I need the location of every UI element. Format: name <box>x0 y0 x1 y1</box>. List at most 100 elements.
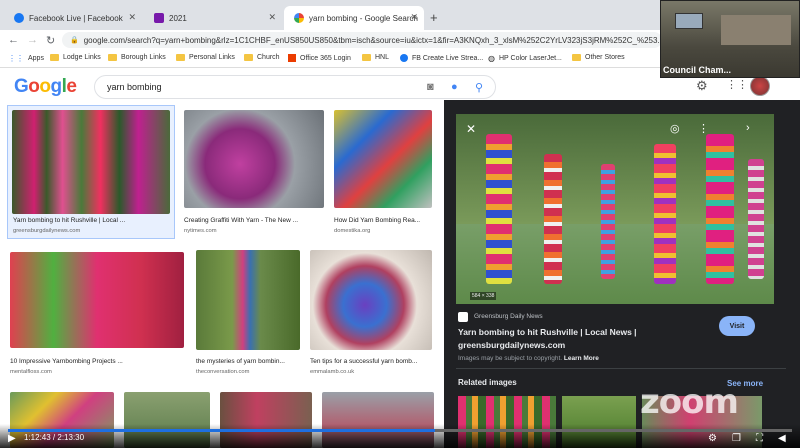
video-progress-bar[interactable] <box>8 429 792 432</box>
result-card-selected[interactable]: Yarn bombing to hit Rushville | Local ..… <box>7 105 175 239</box>
yarn-tree <box>544 154 562 284</box>
site-name: Greensburg Daily News <box>474 313 543 320</box>
folder-icon <box>50 54 59 61</box>
microphone-icon[interactable]: ● <box>451 81 458 93</box>
tab-title: yarn bombing - Google Search <box>309 13 418 23</box>
visual-search-icon[interactable]: ◎ <box>670 122 680 135</box>
tab-title: Facebook Live | Facebook <box>29 13 123 23</box>
copyright-text: Images may be subject to copyright. <box>458 355 563 362</box>
bookmark-fb-create-live[interactable]: FB Create Live Strea... <box>400 54 483 62</box>
divider <box>456 368 786 369</box>
preview-domain[interactable]: greensburgdailynews.com <box>458 340 565 350</box>
folder-icon <box>244 54 253 61</box>
url-field[interactable]: 🔒 google.com/search?q=yarn+bombing&rlz=1… <box>62 32 662 48</box>
facebook-icon <box>400 54 408 62</box>
picture-in-picture-icon[interactable]: ❐ <box>732 433 741 444</box>
result-caption: How Did Yarn Bombing Rea... <box>334 217 421 224</box>
facebook-icon <box>14 13 24 23</box>
result-card[interactable]: Creating Graffiti With Yarn - The New ..… <box>184 110 324 238</box>
site-favicon <box>458 312 468 322</box>
new-tab-icon[interactable]: + <box>430 10 438 25</box>
result-source: mentalfloss.com <box>10 369 52 375</box>
lock-icon: 🔒 <box>70 37 79 44</box>
yarn-tree <box>654 144 676 284</box>
camera-icon[interactable]: ◙ <box>427 81 434 93</box>
bookmark-hnl[interactable]: HNL <box>362 54 389 61</box>
fullscreen-icon[interactable]: ⛶ <box>756 433 763 444</box>
related-images-heading: Related images <box>458 378 517 387</box>
bookmark-lodge-links[interactable]: Lodge Links <box>50 54 101 61</box>
result-source: emmalamb.co.uk <box>310 369 355 375</box>
reload-icon[interactable]: ↻ <box>46 34 55 47</box>
bookmark-apps[interactable]: ⋮⋮ Apps <box>8 54 44 63</box>
video-current-time: 1:12:43 <box>24 433 51 442</box>
tab-title: 2021 <box>169 13 187 23</box>
video-time: 1:12:43 / 2:13:30 <box>24 433 85 442</box>
bookmark-borough-links[interactable]: Borough Links <box>108 54 166 61</box>
result-card[interactable]: Ten tips for a successful yarn bomb... e… <box>310 250 434 380</box>
result-caption: Creating Graffiti With Yarn - The New ..… <box>184 217 299 224</box>
result-source: domestika.org <box>334 228 371 234</box>
google-logo[interactable]: Google <box>14 76 77 98</box>
visit-button[interactable]: Visit <box>719 316 755 336</box>
preview-image[interactable]: 584 × 338 <box>456 114 774 304</box>
yarn-tree <box>486 134 512 284</box>
folder-icon <box>108 54 117 61</box>
apps-icon: ⋮⋮ <box>8 54 24 63</box>
learn-more-link[interactable]: Learn More <box>564 355 599 362</box>
close-icon[interactable]: ✕ <box>268 12 276 23</box>
copyright-note: Images may be subject to copyright. Lear… <box>458 355 599 362</box>
google-apps-icon[interactable]: ⋮⋮ <box>726 78 748 91</box>
image-results: Yarn bombing to hit Rushville | Local ..… <box>0 100 442 448</box>
play-icon[interactable]: ▶ <box>8 433 16 444</box>
url-text: google.com/search?q=yarn+bombing&rlz=1C1… <box>83 35 662 45</box>
bookmark-office365[interactable]: Office 365 Login <box>288 54 351 62</box>
yarn-tree <box>706 134 734 284</box>
folder-icon <box>362 54 371 61</box>
settings-gear-icon[interactable]: ⚙ <box>708 433 717 444</box>
zoom-tile-label: Council Cham... <box>663 65 732 75</box>
image-preview-panel: 584 × 338 ✕ ◎ ⋮ › Greensburg Daily News … <box>444 100 800 448</box>
volume-icon[interactable]: ◀ <box>778 433 786 444</box>
result-caption: Yarn bombing to hit Rushville | Local ..… <box>13 217 126 224</box>
video-controls: ▶ 1:12:43 / 2:13:30 ⚙ ❐ ⛶ ◀ <box>0 424 800 448</box>
bookmark-hp-laserjet[interactable]: ◍ HP Color LaserJet... <box>488 54 562 63</box>
result-card[interactable]: How Did Yarn Bombing Rea... domestika.or… <box>334 110 434 238</box>
result-image <box>184 110 324 208</box>
onenote-icon <box>154 13 164 23</box>
result-source: theconversation.com <box>196 369 250 375</box>
image-dimensions: 584 × 338 <box>470 292 497 300</box>
close-icon[interactable]: ✕ <box>128 12 136 23</box>
forward-icon[interactable]: → <box>27 34 38 46</box>
close-icon[interactable]: ✕ <box>466 122 476 136</box>
result-image <box>12 110 170 214</box>
result-card[interactable]: the mysteries of yarn bombin... theconve… <box>196 250 300 380</box>
video-progress-fill <box>8 429 436 432</box>
back-icon[interactable]: ← <box>8 34 19 46</box>
yarn-tree <box>748 159 764 279</box>
result-caption: the mysteries of yarn bombin... <box>196 358 285 365</box>
result-card[interactable]: 10 Impressive Yarnbombing Projects ... m… <box>10 252 186 380</box>
bookmark-church[interactable]: Church <box>244 54 280 61</box>
result-caption: Ten tips for a successful yarn bomb... <box>310 358 418 365</box>
more-options-icon[interactable]: ⋮ <box>698 122 709 135</box>
chevron-right-icon[interactable]: › <box>746 122 750 134</box>
yarn-tree <box>601 164 615 279</box>
bookmark-personal-links[interactable]: Personal Links <box>176 54 235 61</box>
search-icon[interactable]: ⚲ <box>475 81 483 94</box>
close-icon[interactable]: ✕ <box>410 12 418 23</box>
tab-google-search[interactable]: yarn bombing - Google Search ✕ <box>284 6 424 30</box>
settings-gear-icon[interactable]: ⚙ <box>696 78 708 94</box>
search-input[interactable]: yarn bombing ◙ ● ⚲ <box>94 75 496 99</box>
office-icon <box>288 54 296 62</box>
bookmark-other-stores[interactable]: Other Stores <box>572 54 625 61</box>
tab-onenote[interactable]: 2021 ✕ <box>144 6 282 30</box>
folder-icon <box>176 54 185 61</box>
zoom-video-tile[interactable]: Council Cham... <box>660 0 800 78</box>
tab-facebook-live[interactable]: Facebook Live | Facebook ✕ <box>4 6 142 30</box>
result-image <box>10 252 184 348</box>
search-query: yarn bombing <box>107 82 162 92</box>
preview-title[interactable]: Yarn bombing to hit Rushville | Local Ne… <box>458 327 637 337</box>
avatar[interactable] <box>750 76 770 96</box>
google-icon <box>294 13 304 23</box>
